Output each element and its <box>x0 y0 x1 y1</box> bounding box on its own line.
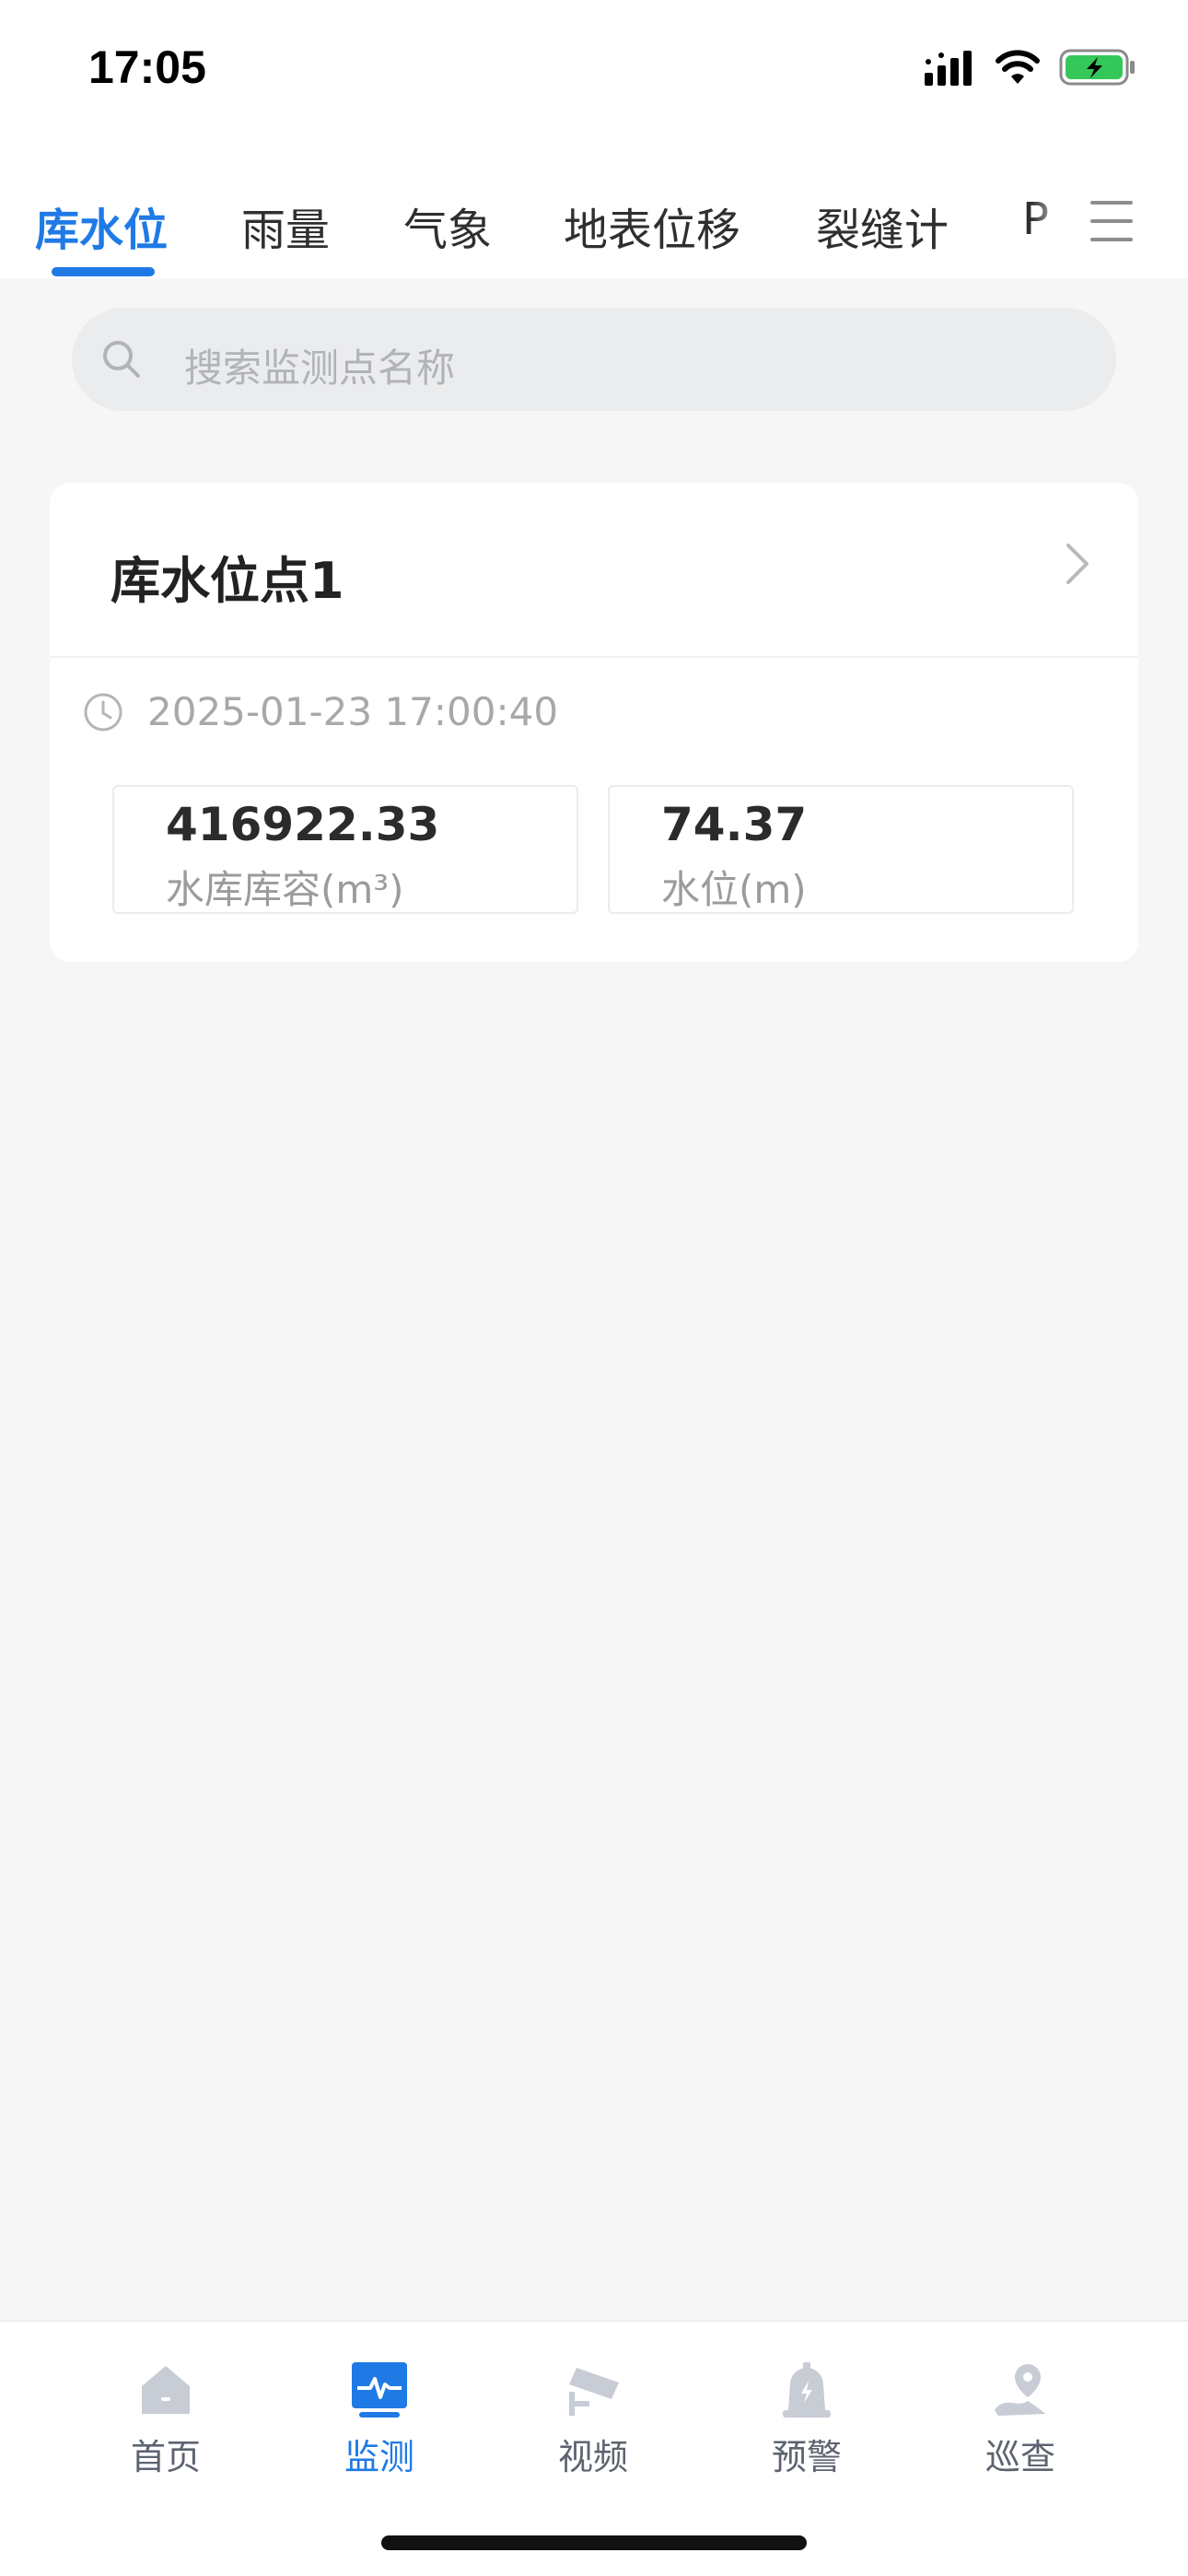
tab-scroll-fade <box>1031 147 1087 278</box>
camera-icon <box>569 2368 619 2416</box>
search-placeholder: 搜索监测点名称 <box>184 345 456 391</box>
metric-label: 水位(m) <box>661 867 807 912</box>
nav-monitor[interactable]: 监测 <box>306 2340 453 2478</box>
nav-label: 视频 <box>557 2437 628 2477</box>
battery-icon <box>1059 49 1135 86</box>
tab-weather[interactable]: 气象 <box>403 193 492 258</box>
status-time: 17:05 <box>88 41 206 93</box>
metric-storage-capacity: 416922.33 水库库容(m³) <box>112 785 578 914</box>
card-title: 库水位点1 <box>111 552 344 610</box>
nav-video[interactable]: 视频 <box>519 2340 667 2478</box>
metric-value: 416922.33 <box>166 798 440 851</box>
timestamp: 2025-01-23 17:00:40 <box>147 689 559 734</box>
nav-alarm[interactable]: 预警 <box>733 2340 880 2478</box>
menu-icon[interactable] <box>1087 193 1138 249</box>
home-indicator <box>381 2535 807 2550</box>
tab-reservoir-level[interactable]: 库水位 <box>35 193 168 258</box>
wifi-icon <box>996 50 1040 84</box>
status-bar: 17:05 <box>0 0 1188 147</box>
chevron-right-icon <box>1066 544 1089 584</box>
metric-water-level: 74.37 水位(m) <box>608 785 1074 914</box>
tab-surface-displacement[interactable]: 地表位移 <box>564 193 740 258</box>
location-pin-icon <box>995 2364 1046 2416</box>
status-icons <box>925 48 1136 87</box>
nav-label: 巡查 <box>984 2437 1055 2477</box>
active-tab-indicator <box>52 267 155 276</box>
timestamp-row: 2025-01-23 17:00:40 <box>83 689 558 734</box>
nav-patrol[interactable]: 巡查 <box>947 2340 1094 2478</box>
cellular-signal-icon <box>925 51 972 86</box>
metric-label: 水库库容(m³) <box>166 867 404 912</box>
monitor-icon <box>352 2362 407 2418</box>
metric-value: 74.37 <box>661 798 808 851</box>
category-tabs: 库水位 雨量 气象 地表位移 裂缝计 P <box>0 147 1188 278</box>
monitor-point-card: 库水位点1 2025-01-23 17:00:40 416922.33 水库库容… <box>50 483 1138 962</box>
alarm-bell-icon <box>783 2362 831 2418</box>
nav-label: 首页 <box>130 2437 201 2477</box>
search-input[interactable]: 搜索监测点名称 <box>72 308 1116 411</box>
nav-label: 预警 <box>771 2437 842 2477</box>
home-icon <box>142 2366 190 2414</box>
app-screen: 17:05 库水位 雨量 气象 地表位移 裂缝计 搜索监测点名称 库水位点1 2… <box>0 0 1188 2576</box>
tab-rainfall[interactable]: 雨量 <box>241 193 330 258</box>
card-header[interactable]: 库水位点1 <box>50 483 1138 658</box>
search-icon <box>103 341 140 378</box>
nav-label: 监测 <box>344 2437 414 2477</box>
tab-crack-meter[interactable]: 裂缝计 <box>816 193 949 258</box>
nav-home[interactable]: 首页 <box>92 2340 239 2478</box>
clock-icon <box>84 693 122 731</box>
